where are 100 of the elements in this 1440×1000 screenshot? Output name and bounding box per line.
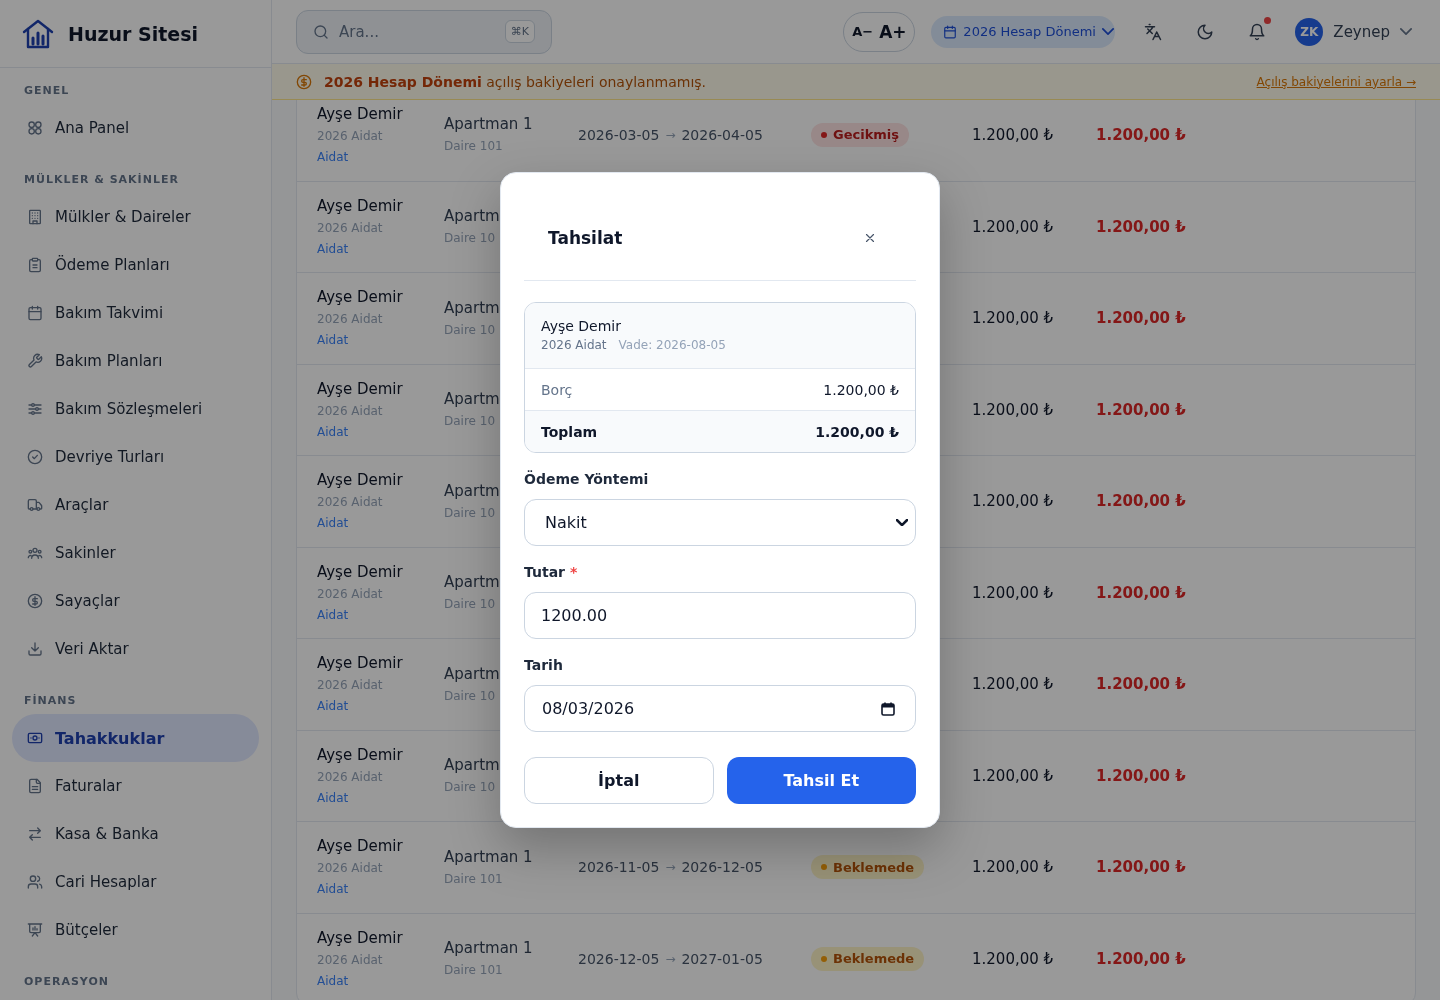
cancel-button[interactable]: İptal [524,757,714,804]
chevron-down-icon [896,519,908,526]
line-value: 1.200,00 ₺ [815,423,899,440]
resident-name: Ayşe Demir [317,744,403,766]
sidebar-item[interactable]: Araçlar [12,481,259,529]
house-chart-icon [22,17,54,50]
period-end: 2026-12-05 [681,859,763,876]
text-field[interactable]: 1200.00 [524,592,916,639]
period-end: 2027-01-05 [681,950,763,967]
charge-type: Aidat [317,332,349,350]
sidebar-item[interactable]: Bakım Planları [12,337,259,385]
dollar-coin-icon [27,593,43,609]
unit-name: Daire 10 [444,504,496,522]
sidebar-item[interactable]: Ödeme Planları [12,241,259,289]
status-dot-icon [821,131,827,138]
sidebar-item[interactable]: Bakım Takvimi [12,289,259,337]
plan-name: 2026 Aidat [317,219,383,237]
check-circle-icon [27,449,43,465]
period-start: 2026-12-05 [578,950,660,967]
amount-text: 1.200,00 ₺ [972,217,1054,236]
unit-name: Daire 101 [444,870,503,888]
unit-name: Daire 10 [444,413,496,431]
charge-type: Aidat [317,148,349,166]
user-avatar: ZK [1295,17,1324,46]
status-dot-icon [821,955,827,962]
remaining-amount: 1.200,00 ₺ [1096,766,1186,785]
increase-font-button[interactable]: A+ [879,21,907,42]
building-name: Apartm [444,663,500,685]
wrench-icon [27,353,43,369]
sidebar-item[interactable]: Bakım Sözleşmeleri [12,385,259,433]
sidebar-item[interactable]: Mülkler & Daireler [12,193,259,241]
submit-button[interactable]: Tahsil Et [726,757,916,804]
close-icon [863,231,877,245]
charge-type: Aidat [317,972,349,990]
date-field[interactable]: 08/03/2026 [524,685,916,732]
calendar-icon [943,24,958,39]
period-selector[interactable]: 2026 Hesap Dönemi [931,15,1116,48]
plan-name: 2026 Aidat [317,311,383,329]
resident-name: Ayşe Demir [317,561,403,583]
sidebar-item[interactable]: Faturalar [12,762,259,810]
brand-name: Huzur Sitesi [68,22,198,45]
unit-name: Daire 101 [444,962,503,980]
charge-type: Aidat [317,606,349,624]
unit-name: Daire 101 [444,138,503,156]
amount-text: 1.200,00 ₺ [972,400,1054,419]
sidebar-item[interactable]: Cari Hesaplar [12,858,259,906]
period-arrow: → [665,860,676,875]
banknote-icon [27,730,43,746]
file-icon [27,778,43,794]
period-end: 2026-04-05 [681,126,763,143]
search-field[interactable]: Ara... ⌘K [296,9,552,54]
remaining-amount: 1.200,00 ₺ [1096,400,1186,419]
remaining-amount: 1.200,00 ₺ [1096,858,1186,877]
sidebar-item[interactable]: Bütçeler [12,906,259,954]
plan-name: 2026 Aidat [317,860,383,878]
amount-text: 1.200,00 ₺ [972,858,1054,877]
sidebar-item[interactable]: Tahakkuklar [12,714,259,762]
plan-name: 2026 Aidat [317,677,383,695]
download-icon [27,641,43,657]
sidebar-item[interactable]: Ana Panel [12,104,259,152]
sliders-icon [27,401,43,417]
plan-name: 2026 Aidat [317,494,383,512]
user-menu-button[interactable]: ZK Zeynep [1291,17,1416,46]
search-icon [313,23,329,40]
sidebar-item[interactable]: Sayaçlar [12,577,259,625]
charge-type: Aidat [317,698,349,716]
sidebar-item[interactable]: Devriye Turları [12,433,259,481]
period-start: 2026-11-05 [578,859,660,876]
sidebar-item[interactable]: Veri Aktar [12,625,259,673]
resident-name: Ayşe Demir [317,470,403,492]
chevron-down-icon [1400,28,1412,35]
decrease-font-button[interactable]: A− [852,24,874,39]
building-name: Apartm [444,297,500,319]
remaining-amount: 1.200,00 ₺ [1096,675,1186,694]
unit-name: Daire 10 [444,596,496,614]
building-name: Apartm [444,572,500,594]
period-arrow: → [665,127,676,142]
dropdown-field[interactable]: Nakit [524,499,916,546]
building-name: Apartm [444,206,500,228]
grid-icon [27,120,43,136]
amount-text: 1.200,00 ₺ [972,675,1054,694]
charge-type: Aidat [317,881,349,899]
bell-icon [1248,22,1267,41]
sidebar-item[interactable]: Kasa & Banka [12,810,259,858]
chevron-down-icon [1101,28,1114,35]
remaining-amount: 1.200,00 ₺ [1096,217,1186,236]
sidebar-item[interactable]: Sakinler [12,529,259,577]
plan-name: 2026 Aidat [317,951,383,969]
sidebar-section-title: FİNANS [24,693,77,708]
resident-name: Ayşe Demir [317,927,403,949]
sidebar-section-title: OPERASYON [24,974,109,989]
required-mark: * [570,563,578,581]
charge-type: Aidat [317,240,349,258]
resident-name: Ayşe Demir [317,287,403,309]
building-name: Apartman 1 [444,846,533,868]
resident-name: Ayşe Demir [317,836,403,858]
transfer-arrows-icon [27,826,43,842]
moon-icon [1196,22,1215,41]
charge-type: Aidat [317,423,349,441]
status-label: Gecikmiş [833,127,900,143]
